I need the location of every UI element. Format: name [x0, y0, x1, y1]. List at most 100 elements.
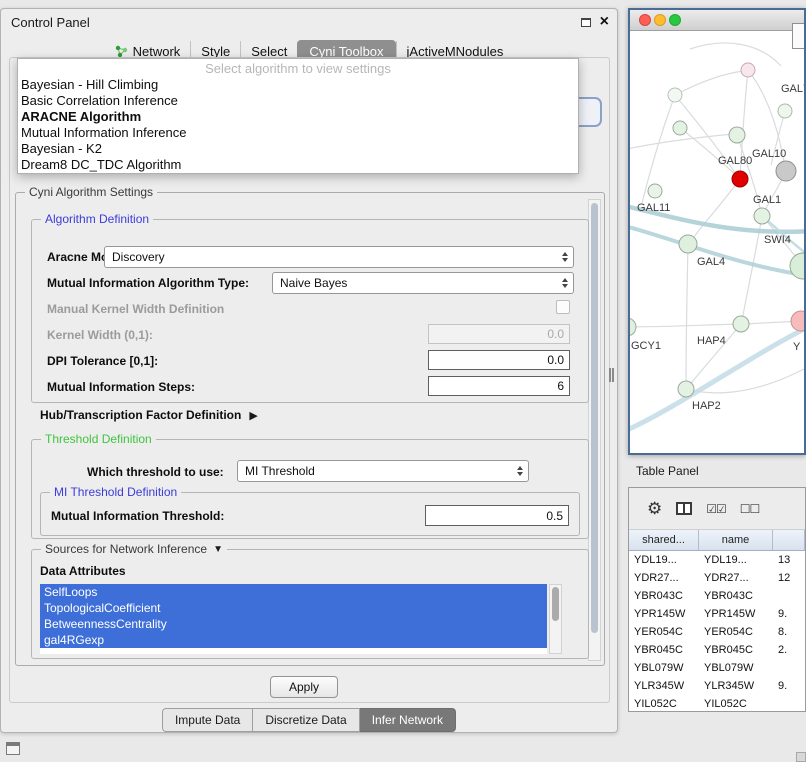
- table-row[interactable]: YIL052CYIL052C: [629, 695, 805, 712]
- node[interactable]: [668, 88, 682, 102]
- minimize-traffic-button[interactable]: [654, 14, 666, 26]
- close-icon[interactable]: ×: [600, 12, 609, 32]
- show-columns-icon[interactable]: ☑☑: [706, 502, 726, 516]
- apply-button[interactable]: Apply: [270, 676, 338, 698]
- manual-kernel-width-checkbox[interactable]: [556, 300, 570, 314]
- node-gray[interactable]: [776, 161, 796, 181]
- table-row[interactable]: YDR27...YDR27...12: [629, 569, 805, 587]
- algorithm-item[interactable]: Bayesian - K2: [18, 141, 578, 157]
- node[interactable]: [741, 63, 755, 77]
- attributes-list-scrollbar[interactable]: [549, 584, 562, 654]
- algorithm-item[interactable]: Bayesian - Hill Climbing: [18, 77, 578, 93]
- tab-impute-data[interactable]: Impute Data: [162, 708, 253, 732]
- float-icon[interactable]: [581, 18, 591, 27]
- settings-scrollbar-thumb[interactable]: [591, 203, 598, 633]
- node[interactable]: [630, 318, 636, 336]
- close-traffic-button[interactable]: [639, 14, 651, 26]
- node[interactable]: [729, 127, 745, 143]
- algorithm-dropdown-popup: Select algorithm to view settings Bayesi…: [17, 58, 579, 174]
- threshold-definition-group: Threshold Definition Which threshold to …: [31, 439, 589, 539]
- network-graph: GAL80 GAL10 GAL11 GAL1 SWI4 GAL4 GCY1 HA…: [630, 31, 804, 453]
- control-panel-titlebar[interactable]: Control Panel ×: [1, 9, 617, 35]
- node[interactable]: [648, 184, 662, 198]
- table-panel-window: ⚙ ☑☑ ☐☐ shared... name YDL19...YDL19...1…: [628, 487, 806, 712]
- sources-title-row[interactable]: Sources for Network Inference ▼: [41, 542, 227, 556]
- settings-scrollbar[interactable]: [588, 199, 601, 661]
- mi-algorithm-type-value: Naive Bayes: [280, 276, 347, 290]
- list-item[interactable]: SelfLoops: [40, 584, 547, 600]
- hide-columns-icon[interactable]: ☐☐: [740, 502, 760, 516]
- table-toolbar: ⚙ ☑☑ ☐☐: [629, 488, 805, 530]
- attributes-list[interactable]: SelfLoops TopologicalCoefficient Between…: [40, 584, 547, 654]
- node-red[interactable]: [732, 171, 748, 187]
- node-label: SWI4: [764, 234, 791, 246]
- node[interactable]: [679, 235, 697, 253]
- node-label: HAP2: [692, 400, 721, 412]
- sources-title: Sources for Network Inference: [45, 542, 207, 556]
- mi-algorithm-type-combobox[interactable]: Naive Bayes: [272, 272, 574, 294]
- kernel-width-field: [428, 324, 570, 344]
- bottom-tabs: Impute Data Discretize Data Infer Networ…: [1, 708, 617, 732]
- node-label: GAL80: [718, 155, 752, 167]
- splitter-handle[interactable]: [609, 368, 614, 382]
- which-threshold-label: Which threshold to use:: [87, 465, 224, 479]
- network-scrollbar-stub[interactable]: [792, 23, 804, 49]
- dropdown-placeholder-item: Select algorithm to view settings: [18, 60, 578, 77]
- algorithm-item[interactable]: Mutual Information Inference: [18, 125, 578, 141]
- list-item[interactable]: BetweennessCentrality: [40, 616, 547, 632]
- node[interactable]: [673, 121, 687, 135]
- column-header-name[interactable]: name: [699, 530, 773, 550]
- combo-arrows-icon: [517, 466, 523, 476]
- network-canvas[interactable]: GAL80 GAL10 GAL11 GAL1 SWI4 GAL4 GCY1 HA…: [630, 31, 804, 453]
- algorithm-definition-group: Algorithm Definition Aracne Mode: Discov…: [31, 219, 589, 403]
- mi-threshold-label: Mutual Information Threshold:: [51, 509, 224, 523]
- table-row[interactable]: YPR145WYPR145W9.: [629, 605, 805, 623]
- table-row[interactable]: YBL079WYBL079W: [629, 659, 805, 677]
- dpi-tolerance-field[interactable]: [428, 350, 570, 370]
- node[interactable]: [754, 208, 770, 224]
- zoom-traffic-button[interactable]: [669, 14, 681, 26]
- tab-discretize-data[interactable]: Discretize Data: [253, 708, 359, 732]
- chevron-right-icon: ▶: [249, 409, 257, 422]
- collapsed-panel-icon[interactable]: [6, 742, 20, 755]
- column-header-extra[interactable]: [773, 530, 805, 550]
- mi-threshold-title: MI Threshold Definition: [50, 485, 181, 499]
- which-threshold-value: MI Threshold: [245, 464, 315, 478]
- mi-threshold-field[interactable]: [425, 505, 569, 526]
- table-row[interactable]: YER054CYER054C8.: [629, 623, 805, 641]
- list-item[interactable]: gal4RGexp: [40, 632, 547, 648]
- node-label: Y: [793, 341, 801, 353]
- combo-arrows-icon: [562, 278, 568, 288]
- table-header: shared... name: [629, 530, 805, 551]
- network-node-labels: GAL80 GAL10 GAL11 GAL1 SWI4 GAL4 GCY1 HA…: [631, 83, 804, 412]
- attributes-scrollbar-thumb[interactable]: [552, 587, 559, 621]
- which-threshold-combobox[interactable]: MI Threshold: [237, 460, 529, 482]
- algorithm-item[interactable]: Basic Correlation Inference: [18, 93, 578, 109]
- network-window-titlebar[interactable]: [630, 10, 804, 31]
- node-pink[interactable]: [791, 311, 804, 331]
- columns-icon[interactable]: [676, 502, 692, 515]
- algorithm-item-selected[interactable]: ARACNE Algorithm: [18, 109, 578, 125]
- threshold-definition-title: Threshold Definition: [41, 432, 156, 446]
- combo-arrows-icon: [562, 252, 568, 262]
- table-row[interactable]: YLR345WYLR345W9.: [629, 677, 805, 695]
- algorithm-item[interactable]: Dream8 DC_TDC Algorithm: [18, 157, 578, 173]
- table-row[interactable]: YBR043CYBR043C: [629, 587, 805, 605]
- table-panel-title: Table Panel: [636, 464, 699, 478]
- column-header-shared[interactable]: shared...: [629, 530, 699, 550]
- mi-steps-field[interactable]: [428, 376, 570, 396]
- node[interactable]: [678, 381, 694, 397]
- table-row[interactable]: YDL19...YDL19...13: [629, 551, 805, 569]
- network-view-window: GAL80 GAL10 GAL11 GAL1 SWI4 GAL4 GCY1 HA…: [628, 8, 806, 455]
- aracne-mode-combobox[interactable]: Discovery: [104, 246, 574, 268]
- node[interactable]: [778, 104, 792, 118]
- node[interactable]: [733, 316, 749, 332]
- node-label: GAL1: [753, 194, 781, 206]
- gear-icon[interactable]: ⚙: [647, 499, 662, 519]
- dpi-tolerance-label: DPI Tolerance [0,1]:: [47, 354, 158, 368]
- hub-definition-expander[interactable]: Hub/Transcription Factor Definition ▶: [40, 407, 258, 423]
- table-row[interactable]: YBR045CYBR045C2.: [629, 641, 805, 659]
- list-item[interactable]: TopologicalCoefficient: [40, 600, 547, 616]
- tab-infer-network[interactable]: Infer Network: [360, 708, 456, 732]
- mi-threshold-group: MI Threshold Definition Mutual Informati…: [40, 492, 580, 536]
